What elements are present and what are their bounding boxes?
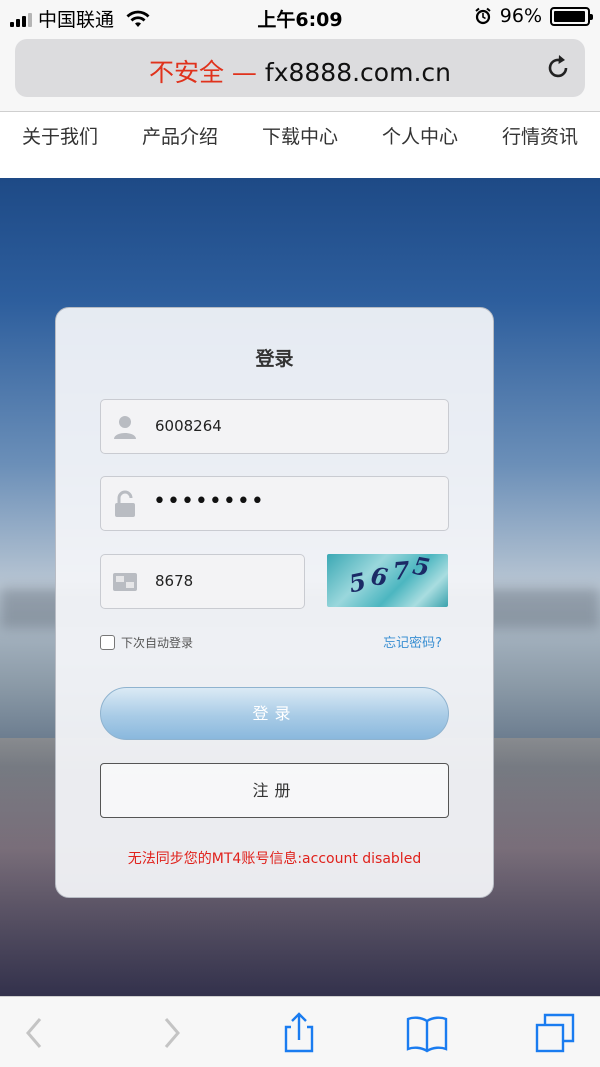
bookmarks-icon[interactable]: [405, 1011, 449, 1055]
alarm-icon: [475, 7, 491, 25]
login-card: 登录 6008264 •••••••• 8678 5 6 7 5 下次自动登录 …: [55, 307, 494, 898]
reload-icon[interactable]: [543, 53, 573, 83]
unlock-icon: [115, 490, 135, 517]
share-icon[interactable]: [277, 1011, 321, 1055]
site-nav: 关于我们 产品介绍 下载中心 个人中心 行情资讯: [0, 112, 600, 178]
remember-me[interactable]: 下次自动登录: [100, 634, 193, 651]
forgot-password-link[interactable]: 忘记密码?: [383, 632, 442, 651]
nav-market-news[interactable]: 行情资讯: [502, 122, 578, 149]
url-host: fx8888.com.cn: [264, 58, 451, 87]
captcha-field[interactable]: 8678: [100, 554, 305, 609]
back-icon[interactable]: [14, 1011, 58, 1055]
username-field[interactable]: 6008264: [100, 399, 449, 454]
login-button[interactable]: 登录: [100, 687, 449, 740]
address-bar[interactable]: 不安全 — fx8888.com.cn: [15, 39, 585, 97]
user-icon: [114, 416, 136, 439]
captcha-value: 8678: [155, 572, 194, 590]
error-message: 无法同步您的MT4账号信息:account disabled: [127, 851, 422, 867]
captcha-image[interactable]: 5 6 7 5: [327, 554, 448, 607]
captcha-icon: [113, 573, 137, 591]
browser-url-area: 不安全 — fx8888.com.cn: [0, 34, 600, 112]
battery-percent: 96%: [499, 5, 542, 27]
battery-icon: [550, 6, 593, 26]
nav-account[interactable]: 个人中心: [382, 122, 458, 149]
remember-label: 下次自动登录: [121, 636, 194, 650]
login-title: 登录: [255, 348, 294, 370]
register-button[interactable]: 注册: [100, 763, 449, 818]
nav-downloads[interactable]: 下载中心: [262, 122, 338, 149]
username-value: 6008264: [155, 417, 222, 435]
url-text[interactable]: 不安全 — fx8888.com.cn: [15, 53, 585, 89]
tabs-icon[interactable]: [533, 1011, 577, 1055]
nav-about[interactable]: 关于我们: [22, 122, 98, 149]
browser-toolbar: [0, 996, 600, 1067]
nav-products[interactable]: 产品介绍: [142, 122, 218, 149]
forward-icon[interactable]: [148, 1011, 192, 1055]
status-right: 96%: [474, 5, 593, 27]
password-field[interactable]: ••••••••: [100, 476, 449, 531]
not-secure-label: 不安全 —: [148, 58, 257, 87]
remember-checkbox[interactable]: [100, 635, 115, 650]
status-bar: 中国联通 上午6:09 96%: [0, 0, 600, 34]
password-value: ••••••••: [153, 489, 265, 514]
